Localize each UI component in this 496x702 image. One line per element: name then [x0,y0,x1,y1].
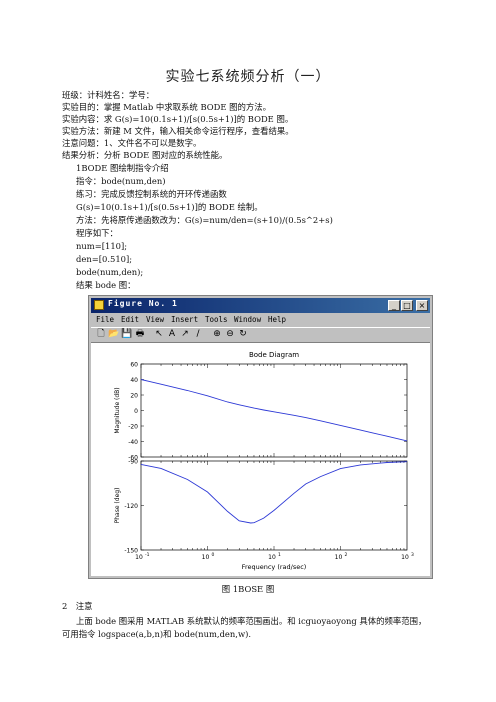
toolbar: 🗋 📂 💾 🖶 ↖ A ↗ / ⊕ ⊖ ↻ [91,327,430,343]
y-axis-label: Magnitude (dB) [114,387,121,433]
x-tick-label-exponent: -1 [145,552,150,558]
menu-file[interactable]: File [96,315,114,324]
text-line: 上面 bode 图采用 MATLAB 系统默认的频率范围画出。和 icguoya… [76,616,427,626]
figure-caption: 图 1BOSE 图 [221,584,275,594]
text-line: 结果分析：分析 BODE 图对应的系统性能。 [62,150,228,160]
axes-frame [140,363,408,458]
text-line: 实验内容：求 G(s)=10(0.1s+1)/[s(0.5s+1)]的 BODE… [62,114,294,124]
matlab-figure-icon [94,300,104,310]
text-line: 指令：bode(num,den) [76,176,166,186]
y-tick-label: 0 [134,408,138,415]
minimize-button[interactable]: _ [388,300,400,311]
rotate-icon[interactable]: ↻ [237,329,249,340]
code-line: den=[0.510]; [76,254,133,264]
x-axis-label: Frequency (rad/sec) [242,563,307,571]
y-tick-label: -40 [128,439,138,446]
text-line: 注意问题：1、文件名不可以是数字。 [62,138,202,148]
y-tick-label: -90 [128,459,138,466]
x-tick-label: 10 [335,554,343,561]
menu-window[interactable]: Window [234,315,261,324]
menu-view[interactable]: View [146,315,164,324]
line-icon[interactable]: / [192,329,204,340]
x-tick-label-exponent: 1 [278,552,281,558]
print-icon[interactable]: 🖶 [134,329,146,340]
arrow-annotate-icon[interactable]: ↗ [179,329,191,340]
arrow-icon[interactable]: ↖ [153,329,165,340]
text-line: 班级：计科姓名：学号： [62,90,155,100]
x-tick-label: 10 [401,554,409,561]
zoom-in-icon[interactable]: ⊕ [211,329,223,340]
new-icon[interactable]: 🗋 [95,329,107,340]
y-axis-label: Phase (deg) [114,488,121,524]
figure-title: Figure No. 1 [108,299,178,308]
open-icon[interactable]: 📂 [108,329,120,340]
x-tick-label-exponent: 0 [212,552,215,558]
y-tick-label: 40 [130,377,138,384]
x-tick-label: 10 [135,554,143,561]
figure-titlebar[interactable]: Figure No. 1 _ □ × [91,298,430,313]
menu-insert[interactable]: Insert [171,315,198,324]
y-tick-label: 60 [130,362,138,369]
zoom-out-icon[interactable]: ⊖ [224,329,236,340]
section-heading: 1BODE 图绘制指令介绍 [76,163,169,173]
section-heading: 2 注意 [62,601,93,611]
text-line: G(s)=10(0.1s+1)/[s(0.5s+1)]的 BODE 绘制。 [76,202,263,212]
text-line: 实验目的：掌握 Matlab 中求取系统 BODE 图的方法。 [62,102,271,112]
x-tick-label: 10 [268,554,276,561]
figure-window: Figure No. 1 _ □ × File Edit View Insert… [88,295,433,579]
maximize-button[interactable]: □ [401,300,413,311]
chart-title: Bode Diagram [249,351,299,359]
y-tick-label: 20 [130,393,138,400]
save-icon[interactable]: 💾 [121,329,133,340]
y-tick-label: -120 [124,503,138,510]
text-line: 可用指令 logspace(a,b,n)和 bode(num,den,w). [62,629,252,639]
y-tick-label: -20 [128,424,138,431]
axes-frame [140,460,408,551]
menu-help[interactable]: Help [268,315,286,324]
x-tick-label-exponent: 3 [411,552,414,558]
text-icon[interactable]: A [166,329,178,340]
text-line: 方法：先将原传递函数改为：G(s)=num/den=(s+10)/(0.5s^2… [76,215,333,225]
x-tick-label-exponent: 2 [345,552,348,558]
text-line: 程序如下： [76,228,118,238]
plot-area: Bode Diagram -60 -40 -20 0 20 40 60 Magnitude (d… [91,343,430,576]
text-line: 结果 bode 图： [76,280,136,290]
code-line: bode(num,den); [76,267,144,277]
x-tick-label: 10 [202,554,210,561]
close-button[interactable]: × [416,300,428,311]
code-line: num=[110]; [76,241,128,251]
menu-tools[interactable]: Tools [205,315,228,324]
menu-bar: File Edit View Insert Tools Window Help [91,315,430,326]
document-title: 实验七系统频分析（一） [165,69,331,85]
bode-chart: Bode Diagram-60-40-200204060Magnitude (d… [114,351,414,571]
text-line: 练习：完成反馈控制系统的开环传递函数 [76,189,227,199]
menu-edit[interactable]: Edit [121,315,139,324]
text-line: 实验方法：新建 M 文件，输入相关命令运行程序，查看结果。 [62,126,294,136]
